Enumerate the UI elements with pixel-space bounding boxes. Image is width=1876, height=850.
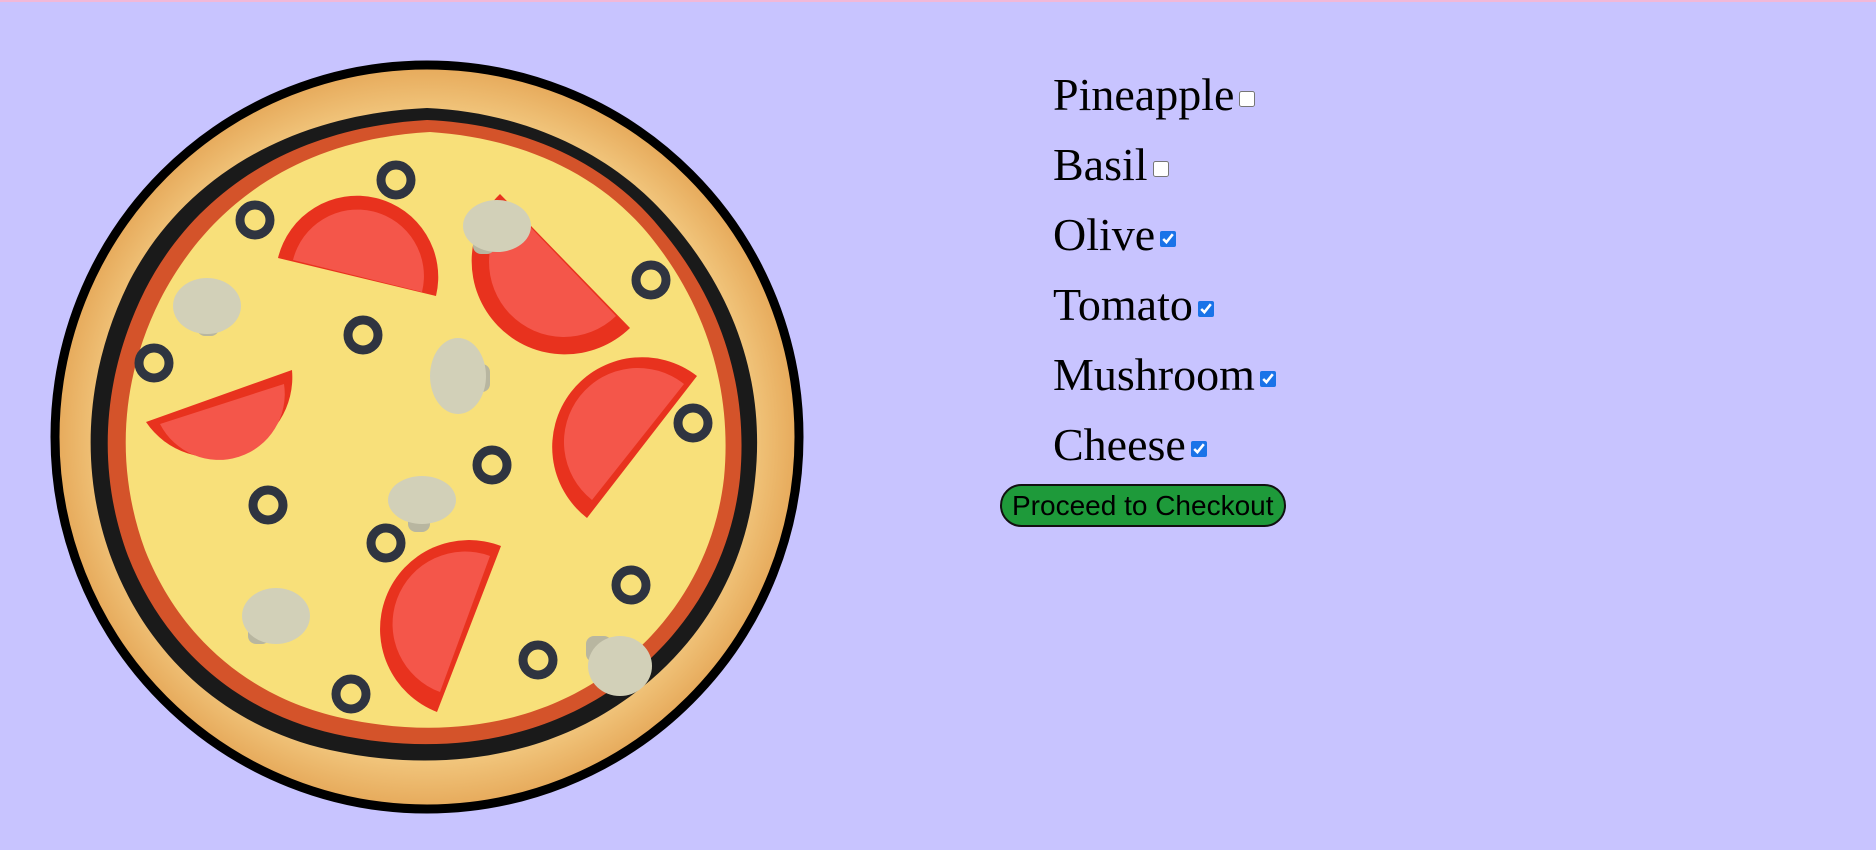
checkout-button[interactable]: Proceed to Checkout (1000, 484, 1286, 527)
topping-row-cheese: Cheese (1053, 410, 1276, 480)
topping-row-basil: Basil (1053, 130, 1276, 200)
topping-row-pineapple: Pineapple (1053, 60, 1276, 130)
topping-row-mushroom: Mushroom (1053, 340, 1276, 410)
topping-label-cheese: Cheese (1053, 419, 1186, 470)
topping-options: Pineapple Basil Olive Tomato Mushroom Ch… (1053, 60, 1276, 480)
pizza-icon (50, 60, 804, 814)
topping-checkbox-mushroom[interactable] (1259, 371, 1276, 387)
topping-label-pineapple: Pineapple (1053, 69, 1235, 120)
topping-label-tomato: Tomato (1053, 279, 1193, 330)
topping-checkbox-olive[interactable] (1160, 231, 1177, 247)
topping-row-olive: Olive (1053, 200, 1276, 270)
pizza-preview (50, 60, 805, 815)
topping-checkbox-basil[interactable] (1152, 161, 1169, 177)
topping-checkbox-pineapple[interactable] (1239, 91, 1256, 107)
topping-label-basil: Basil (1053, 139, 1148, 190)
topping-label-mushroom: Mushroom (1053, 349, 1255, 400)
topping-row-tomato: Tomato (1053, 270, 1276, 340)
topping-label-olive: Olive (1053, 209, 1156, 260)
topping-checkbox-cheese[interactable] (1190, 441, 1207, 457)
topping-checkbox-tomato[interactable] (1197, 301, 1214, 317)
